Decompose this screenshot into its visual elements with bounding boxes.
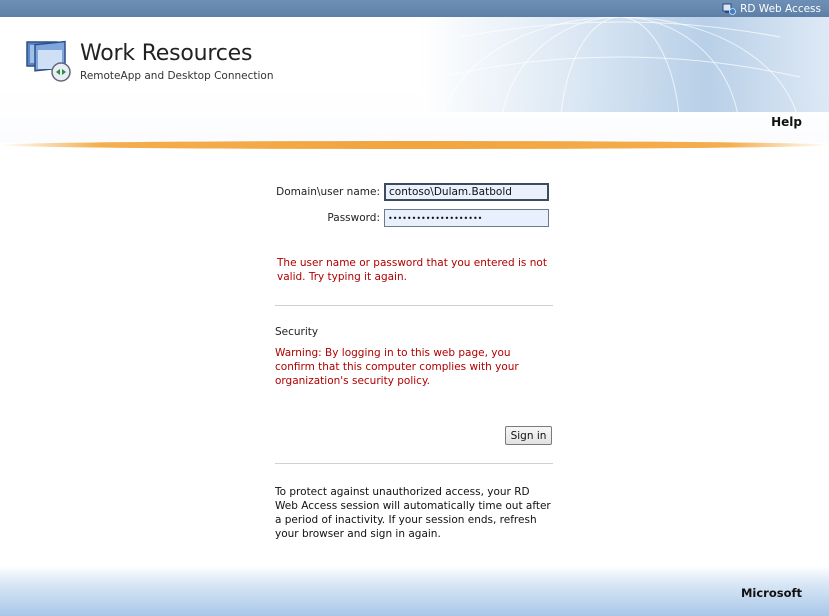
globe-background <box>420 17 829 112</box>
page-footer: Microsoft <box>0 566 829 616</box>
password-label: Password: <box>0 212 384 224</box>
password-field[interactable]: •••••••••••••••••••• <box>384 209 549 227</box>
section-divider <box>275 305 553 306</box>
orange-divider <box>0 141 829 149</box>
top-bar: RD Web Access <box>0 0 829 17</box>
help-link[interactable]: Help <box>771 115 802 129</box>
sign-in-button[interactable]: Sign in <box>505 426 552 445</box>
login-error-message: The user name or password that you enter… <box>277 256 547 284</box>
microsoft-brand: Microsoft <box>741 586 802 600</box>
security-heading: Security <box>275 326 318 338</box>
username-row: Domain\user name: contoso\Dulam.Batbold <box>0 183 549 201</box>
security-warning: Warning: By logging in to this web page,… <box>275 346 545 388</box>
password-row: Password: •••••••••••••••••••• <box>0 209 549 227</box>
session-timeout-notice: To protect against unauthorized access, … <box>275 485 555 541</box>
username-field[interactable]: contoso\Dulam.Batbold <box>384 183 549 201</box>
rd-web-access-label: RD Web Access <box>740 3 821 15</box>
page-title: Work Resources <box>80 41 252 66</box>
page-subtitle: RemoteApp and Desktop Connection <box>80 70 274 82</box>
section-divider <box>275 463 553 464</box>
rd-web-access-icon <box>722 3 736 15</box>
remoteapp-computer-icon <box>23 40 73 82</box>
username-label: Domain\user name: <box>0 186 384 198</box>
rd-web-access-brand: RD Web Access <box>722 1 821 16</box>
page-header: Work Resources RemoteApp and Desktop Con… <box>0 17 829 143</box>
